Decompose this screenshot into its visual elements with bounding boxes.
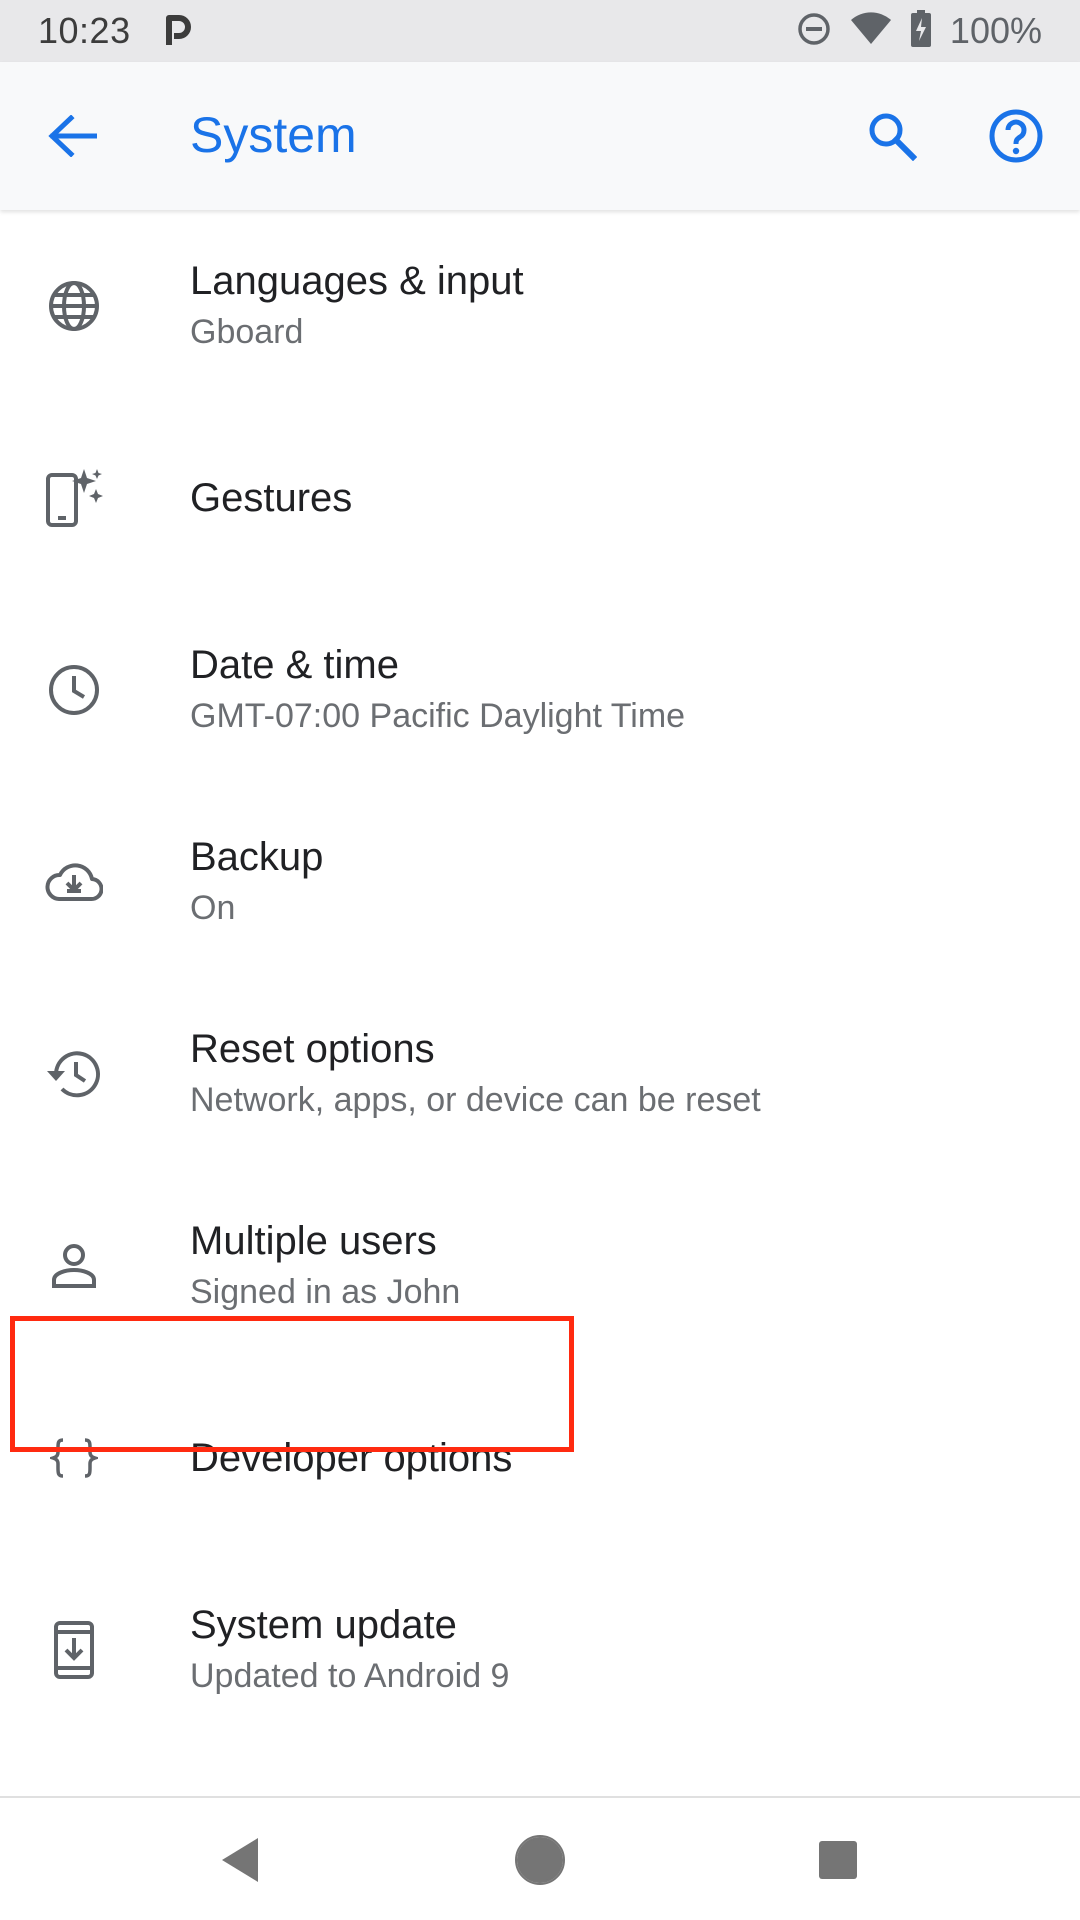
- nav-back-icon: [222, 1838, 258, 1882]
- settings-item-title: Reset options: [190, 1027, 435, 1071]
- settings-item-subtitle: On: [190, 889, 236, 927]
- settings-item-title: Multiple users: [190, 1219, 437, 1263]
- settings-item-subtitle: Gboard: [190, 313, 304, 351]
- settings-item-title: Developer options: [190, 1436, 513, 1480]
- nav-home-button[interactable]: [508, 1828, 572, 1892]
- nav-back-button[interactable]: [208, 1828, 272, 1892]
- status-bar: 10:23 100%: [0, 0, 1080, 62]
- wifi-icon: [850, 11, 892, 51]
- settings-item-multiple-users[interactable]: Multiple users Signed in as John: [0, 1170, 1080, 1362]
- back-arrow-icon: [48, 115, 97, 157]
- nav-recents-icon: [819, 1841, 857, 1879]
- search-button[interactable]: [860, 104, 924, 168]
- settings-item-reset-options[interactable]: Reset options Network, apps, or device c…: [0, 978, 1080, 1170]
- clock-icon: [42, 658, 106, 722]
- nav-recents-button[interactable]: [806, 1828, 870, 1892]
- back-button[interactable]: [40, 104, 104, 168]
- history-icon: [42, 1042, 106, 1106]
- settings-item-backup[interactable]: Backup On: [0, 786, 1080, 978]
- system-update-icon: [42, 1618, 106, 1682]
- search-icon: [869, 113, 917, 161]
- app-bar: System: [0, 62, 1080, 210]
- braces-icon: [42, 1426, 106, 1490]
- gestures-phone-sparkle-icon: [42, 466, 106, 530]
- nav-home-icon: [515, 1835, 565, 1885]
- dnd-icon: [796, 11, 832, 52]
- help-icon: [989, 109, 1043, 163]
- settings-item-subtitle: GMT-07:00 Pacific Daylight Time: [190, 697, 686, 735]
- globe-icon: [42, 274, 106, 338]
- status-time: 10:23: [38, 10, 131, 51]
- settings-item-title: Languages & input: [190, 259, 524, 303]
- page-title: System: [190, 107, 357, 163]
- parking-icon: [165, 14, 195, 48]
- help-button[interactable]: [982, 102, 1050, 170]
- battery-charging-icon: [910, 9, 932, 53]
- settings-item-title: Date & time: [190, 643, 399, 687]
- settings-item-developer-options[interactable]: Developer options: [0, 1362, 1080, 1554]
- settings-item-subtitle: Network, apps, or device can be reset: [190, 1081, 761, 1119]
- battery-percent: 100%: [949, 10, 1042, 51]
- settings-item-date-time[interactable]: Date & time GMT-07:00 Pacific Daylight T…: [0, 594, 1080, 786]
- navigation-bar: [0, 1796, 1080, 1920]
- settings-item-subtitle: Updated to Android 9: [190, 1657, 510, 1695]
- settings-item-subtitle: Signed in as John: [190, 1273, 461, 1311]
- settings-item-system-update[interactable]: System update Updated to Android 9: [0, 1554, 1080, 1746]
- settings-list: Languages & input Gboard Gestures Date &…: [0, 210, 1080, 1746]
- settings-item-title: System update: [190, 1603, 457, 1647]
- cloud-upload-icon: [42, 850, 106, 914]
- settings-item-gestures[interactable]: Gestures: [0, 402, 1080, 594]
- settings-item-title: Gestures: [190, 476, 353, 520]
- settings-item-title: Backup: [190, 835, 324, 879]
- settings-item-languages[interactable]: Languages & input Gboard: [0, 210, 1080, 402]
- person-icon: [42, 1234, 106, 1298]
